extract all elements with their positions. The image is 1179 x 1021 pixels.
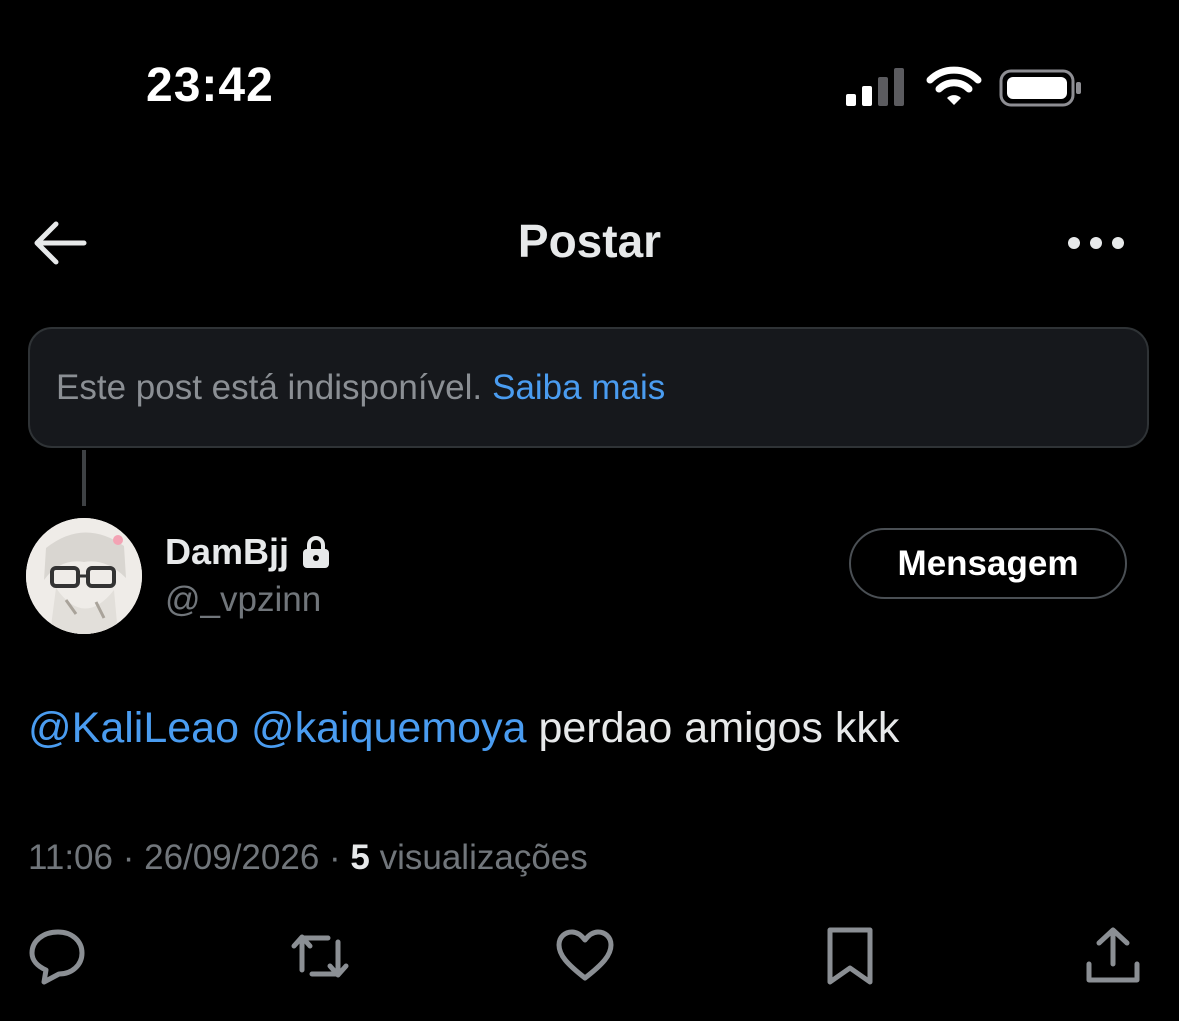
post-body-text: perdao amigos kkk	[538, 704, 900, 752]
author-display-name: DamBjj	[165, 531, 290, 572]
thread-line	[82, 450, 86, 506]
unavailable-post-notice: Este post está indisponível. Saiba mais	[28, 327, 1149, 448]
post-time[interactable]: 11:06	[28, 838, 113, 877]
avatar[interactable]	[26, 518, 142, 634]
learn-more-link[interactable]: Saiba mais	[492, 368, 665, 408]
post-text: @KaliLeao @kaiquemoya perdao amigos kkk	[28, 704, 899, 753]
page-title: Postar	[517, 215, 662, 267]
mention-link[interactable]: @kaiquemoya	[251, 704, 527, 752]
views-count: 5	[350, 838, 370, 877]
author-name[interactable]: DamBjj	[165, 531, 331, 573]
repost-icon[interactable]	[288, 924, 352, 988]
signal-icon	[846, 68, 906, 108]
reply-icon[interactable]	[26, 924, 90, 988]
lock-icon	[301, 535, 331, 569]
wifi-icon	[926, 66, 982, 108]
mention-link[interactable]: @KaliLeao	[28, 704, 239, 752]
author-handle[interactable]: @_vpzinn	[165, 580, 321, 620]
like-icon[interactable]	[553, 924, 617, 988]
share-icon[interactable]	[1081, 924, 1145, 988]
message-button[interactable]: Mensagem	[849, 528, 1127, 599]
post-date[interactable]: 26/09/2026	[144, 838, 319, 877]
more-icon[interactable]	[1064, 228, 1128, 258]
notice-text: Este post está indisponível.	[56, 367, 483, 407]
status-time: 23:42	[146, 59, 274, 112]
post-meta: 11:06 · 26/09/2026 · 5 visualizações	[28, 838, 588, 877]
views-label: visualizações	[379, 838, 588, 877]
bookmark-icon[interactable]	[818, 924, 882, 988]
battery-icon	[999, 68, 1083, 108]
